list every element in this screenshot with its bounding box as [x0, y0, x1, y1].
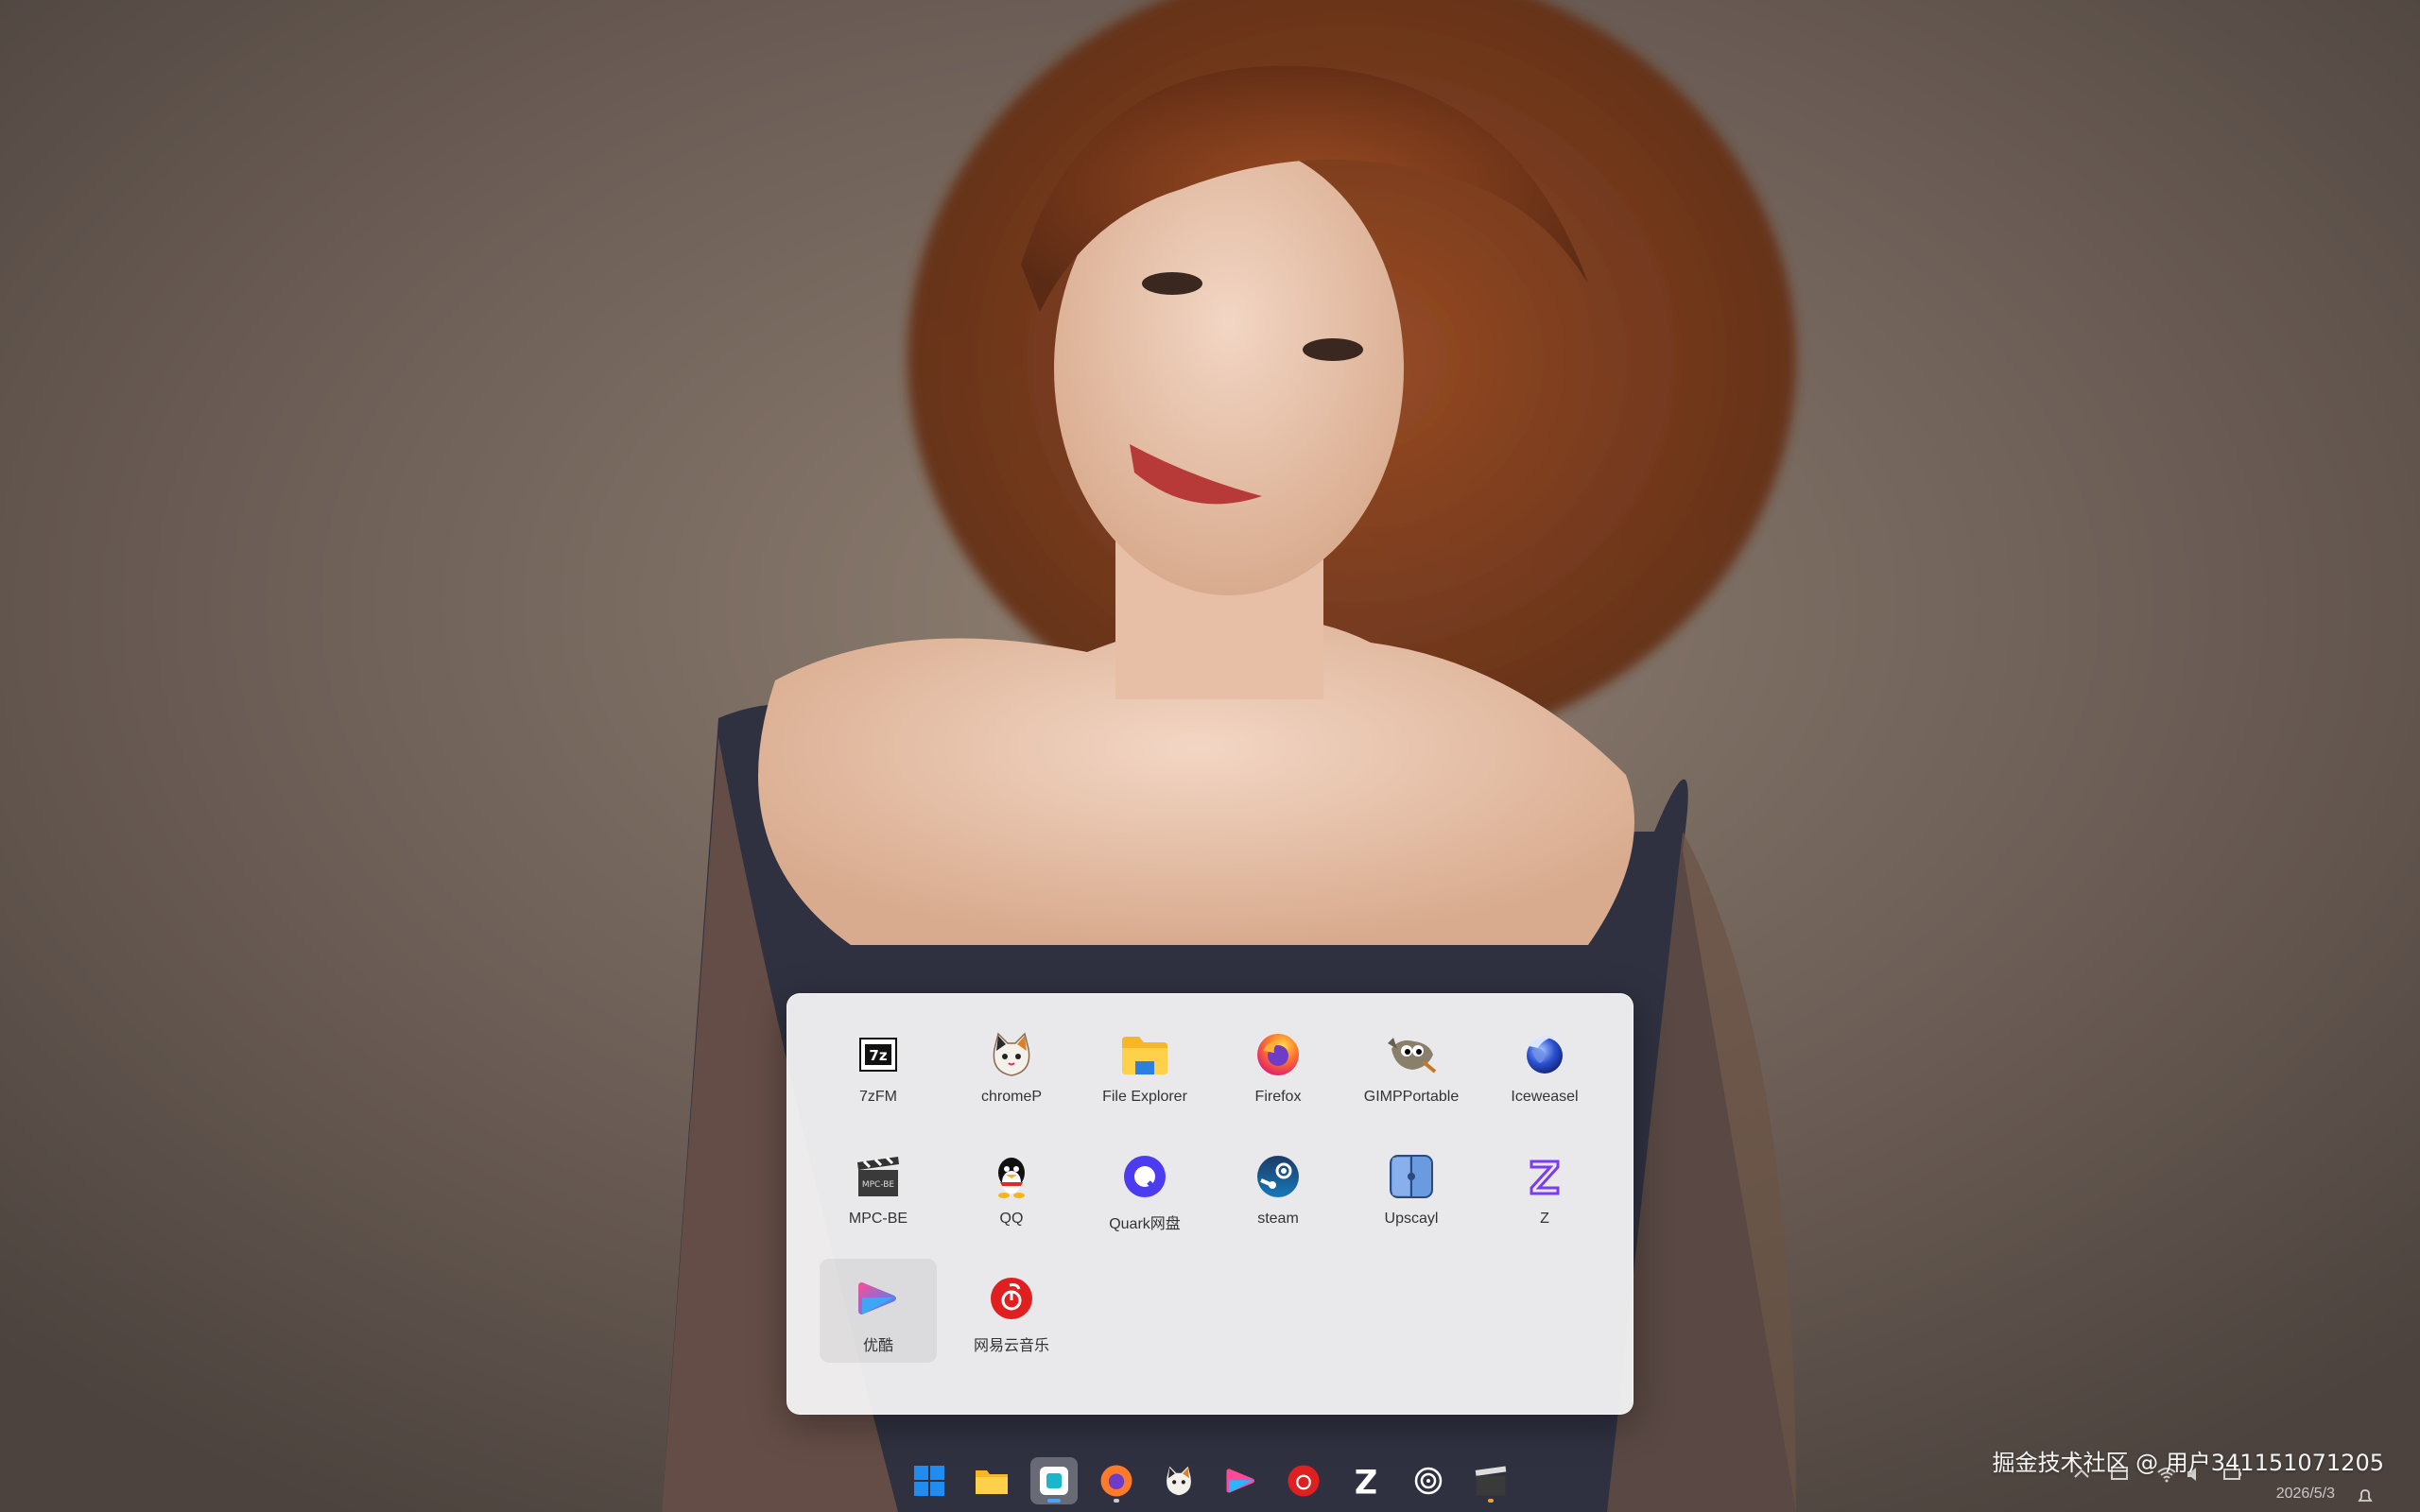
target-icon [1414, 1467, 1443, 1495]
app-label: Z [1540, 1211, 1549, 1227]
z-icon [1356, 1469, 1376, 1494]
app-chromep[interactable]: chromeP [953, 1015, 1070, 1119]
taskbar-mpc-be[interactable] [1467, 1457, 1514, 1504]
launcher-icon [1040, 1467, 1068, 1495]
app-mpc-be[interactable]: MPC-BE MPC-BE [820, 1137, 937, 1241]
watermark-text: 掘金技术社区 @ 用户341151071205 [1992, 1450, 2385, 1476]
app-iceweasel[interactable]: Iceweasel [1486, 1015, 1603, 1119]
taskbar-netease-music[interactable] [1280, 1457, 1327, 1504]
cat-icon [1167, 1466, 1191, 1496]
cat-icon [985, 1028, 1038, 1081]
app-label: steam [1257, 1211, 1299, 1227]
app-quark[interactable]: Quark网盘 [1086, 1137, 1203, 1241]
app-netease-music[interactable]: 网易云音乐 [953, 1259, 1070, 1363]
netease-music-icon [1288, 1465, 1320, 1497]
penguin-icon [985, 1150, 1038, 1203]
svg-text:MPC-BE: MPC-BE [862, 1180, 895, 1190]
taskbar-launcher[interactable] [1030, 1457, 1078, 1504]
app-label: Quark网盘 [1109, 1216, 1181, 1232]
app-label: MPC-BE [848, 1211, 908, 1227]
app-label: chromeP [980, 1089, 1043, 1105]
app-qq[interactable]: QQ [953, 1137, 1070, 1241]
globe-icon [1518, 1028, 1571, 1081]
youku-icon [852, 1272, 905, 1325]
quark-icon [1118, 1150, 1171, 1203]
app-firefox[interactable]: Firefox [1219, 1015, 1337, 1119]
taskbar-target-app[interactable] [1405, 1457, 1452, 1504]
file-explorer-icon [976, 1470, 1008, 1494]
app-label: Upscayl [1384, 1211, 1439, 1227]
app-upscayl[interactable]: Upscayl [1353, 1137, 1470, 1241]
notification-bell-icon[interactable] [2354, 1486, 2377, 1508]
taskbar-file-explorer[interactable] [968, 1457, 1015, 1504]
youku-icon [1226, 1469, 1255, 1493]
app-label: File Explorer [1102, 1089, 1187, 1105]
app-label: Firefox [1254, 1089, 1302, 1105]
7zip-icon: 7z [852, 1028, 905, 1081]
taskbar-start-button[interactable] [906, 1457, 953, 1504]
app-youku[interactable]: 优酷 [820, 1259, 937, 1363]
steam-icon [1252, 1150, 1305, 1203]
app-7zfm[interactable]: 7z 7zFM [820, 1015, 937, 1119]
app-launcher-panel: 7z 7zFM chromeP File Explorer Firefox GI… [786, 993, 1634, 1415]
clapperboard-icon: MPC-BE [852, 1150, 905, 1203]
app-gimpportable[interactable]: GIMPPortable [1353, 1015, 1470, 1119]
z-icon [1518, 1150, 1571, 1203]
app-label: Iceweasel [1511, 1089, 1579, 1105]
taskbar-chromep[interactable] [1155, 1457, 1202, 1504]
taskbar-firefox[interactable] [1093, 1457, 1140, 1504]
start-icon [914, 1466, 944, 1496]
desktop: 7z 7zFM chromeP File Explorer Firefox GI… [0, 0, 2420, 1512]
app-label: GIMPPortable [1363, 1089, 1460, 1105]
running-indicator [1114, 1499, 1119, 1503]
app-label: 7zFM [859, 1089, 897, 1105]
netease-music-icon [985, 1272, 1038, 1325]
active-indicator [1047, 1499, 1061, 1503]
app-label: 网易云音乐 [973, 1338, 1049, 1354]
firefox-icon [1252, 1028, 1305, 1081]
app-z[interactable]: Z [1486, 1137, 1603, 1241]
gimp-icon [1385, 1028, 1438, 1081]
app-file-explorer[interactable]: File Explorer [1086, 1015, 1203, 1119]
upscayl-icon [1385, 1150, 1438, 1203]
clock-date[interactable]: 2026/5/3 [2276, 1486, 2335, 1503]
taskbar-youku[interactable] [1218, 1457, 1265, 1504]
taskbar-z[interactable] [1342, 1457, 1390, 1504]
app-steam[interactable]: steam [1219, 1137, 1337, 1241]
app-label: QQ [999, 1211, 1024, 1227]
firefox-icon [1100, 1465, 1132, 1497]
app-grid: 7z 7zFM chromeP File Explorer Firefox GI… [812, 1015, 1612, 1381]
svg-text:7z: 7z [869, 1047, 887, 1064]
running-indicator [1488, 1499, 1494, 1503]
app-label: 优酷 [862, 1338, 893, 1354]
folder-icon [1118, 1028, 1171, 1081]
mpc-icon [1475, 1466, 1507, 1496]
